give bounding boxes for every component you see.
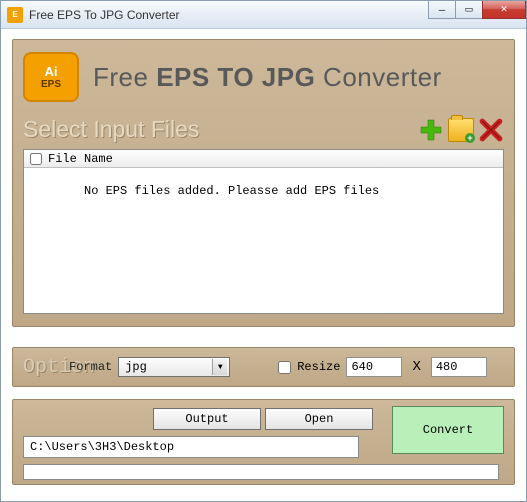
app-title: Free EPS TO JPG Converter <box>93 62 442 93</box>
convert-button[interactable]: Convert <box>392 406 504 454</box>
add-folder-button[interactable] <box>448 117 474 143</box>
window-controls: ─ ▭ ✕ <box>429 1 526 19</box>
format-select[interactable]: jpg ▼ <box>118 357 230 377</box>
plus-icon <box>419 118 443 142</box>
output-path-field[interactable]: C:\Users\3H3\Desktop <box>23 436 359 458</box>
titlebar[interactable]: E Free EPS To JPG Converter ─ ▭ ✕ <box>1 1 526 29</box>
select-files-label: Select Input Files <box>23 116 199 143</box>
output-path-value: C:\Users\3H3\Desktop <box>30 440 174 454</box>
logo-text-bottom: EPS <box>41 80 61 90</box>
maximize-button[interactable]: ▭ <box>455 1 483 19</box>
format-value: jpg <box>125 360 147 374</box>
minimize-button[interactable]: ─ <box>428 1 456 19</box>
file-list[interactable]: File Name No EPS files added. Pleasse ad… <box>23 149 504 314</box>
resize-checkbox[interactable] <box>278 361 291 374</box>
width-input[interactable] <box>346 357 402 377</box>
options-panel: Option Format jpg ▼ Resize X <box>12 347 515 387</box>
resize-group: Resize X <box>278 357 487 377</box>
section-header: Select Input Files <box>23 116 504 143</box>
resize-label: Resize <box>297 360 340 374</box>
application-window: E Free EPS To JPG Converter ─ ▭ ✕ Ai EPS… <box>0 0 527 502</box>
title-part3: Converter <box>315 62 441 92</box>
file-action-icons <box>418 117 504 143</box>
app-icon: E <box>7 7 23 23</box>
content-area: Ai EPS Free EPS TO JPG Converter Select … <box>1 29 526 495</box>
format-label: Format <box>69 360 112 374</box>
chevron-down-icon: ▼ <box>212 359 227 375</box>
empty-message: No EPS files added. Pleasse add EPS file… <box>84 184 379 198</box>
open-button[interactable]: Open <box>265 408 373 430</box>
file-list-header[interactable]: File Name <box>24 150 503 168</box>
file-list-body: No EPS files added. Pleasse add EPS file… <box>24 168 503 198</box>
folder-icon <box>448 118 474 142</box>
progress-bar <box>23 464 499 480</box>
output-panel: Output Open Convert C:\Users\3H3\Desktop <box>12 399 515 485</box>
title-part2: EPS TO JPG <box>156 62 315 92</box>
window-title: Free EPS To JPG Converter <box>29 8 180 22</box>
header-row: Ai EPS Free EPS TO JPG Converter <box>23 48 504 112</box>
add-file-button[interactable] <box>418 117 444 143</box>
title-part1: Free <box>93 62 156 92</box>
remove-file-button[interactable] <box>478 117 504 143</box>
main-panel: Ai EPS Free EPS TO JPG Converter Select … <box>12 39 515 327</box>
format-group: Format jpg ▼ <box>69 357 230 377</box>
dimension-x: X <box>412 359 420 375</box>
column-filename: File Name <box>48 152 113 166</box>
app-logo: Ai EPS <box>23 52 79 102</box>
close-button[interactable]: ✕ <box>482 1 526 19</box>
logo-text-top: Ai <box>45 65 58 78</box>
height-input[interactable] <box>431 357 487 377</box>
select-all-checkbox[interactable] <box>30 153 42 165</box>
output-button[interactable]: Output <box>153 408 261 430</box>
remove-icon <box>478 117 504 143</box>
